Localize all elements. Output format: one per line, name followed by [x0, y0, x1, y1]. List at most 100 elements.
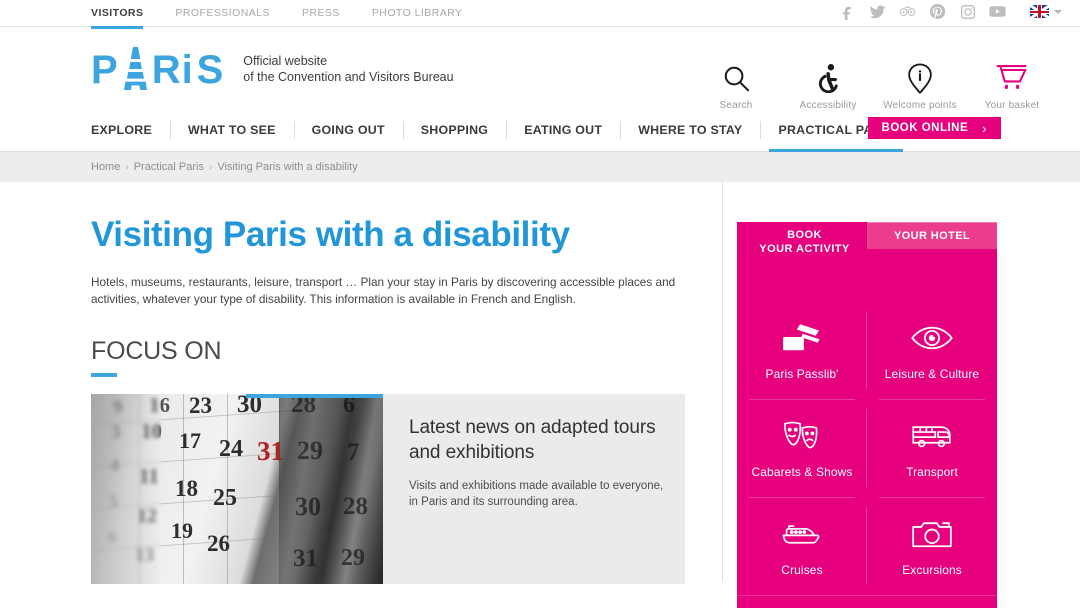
topnav-label: VISITORS: [91, 7, 144, 19]
page-root: VISITORS PROFESSIONALS PRESS PHOTO LIBRA…: [0, 0, 1080, 608]
news-card-image: 9 16 23 30 28 6 3 10 17 24 31 29 7 4: [91, 394, 383, 584]
search-icon: [722, 63, 751, 93]
header-utilities: Search Accessibility Welcome points Your…: [690, 63, 1058, 111]
logo-letter-i: i: [181, 48, 194, 92]
booking-tile-grid: Paris Passlib' Leisure & Culture Cabaret…: [737, 301, 997, 595]
wheelchair-icon: [815, 63, 842, 93]
shopping-cart-icon: [996, 63, 1028, 93]
chevron-down-icon: [1054, 9, 1062, 14]
nav-list: EXPLORE WHAT TO SEE GOING OUT SHOPPING E…: [91, 109, 912, 152]
tab-label-line1: BOOK: [787, 229, 822, 241]
bus-icon: [910, 417, 954, 455]
breadcrumb-item-current: Visiting Paris with a disability: [217, 161, 358, 173]
tile-label: Leisure & Culture: [884, 367, 980, 381]
eiffel-tower-a-icon: [120, 47, 151, 90]
topnav-item-professionals[interactable]: PROFESSIONALS: [175, 0, 270, 28]
news-card-title: Latest news on adapted tours and exhibit…: [409, 417, 656, 463]
topnav-label: PRESS: [301, 7, 340, 19]
utility-accessibility[interactable]: Accessibility: [782, 63, 874, 111]
site-tagline: Official website of the Convention and V…: [243, 53, 453, 85]
nav-item-what-to-see[interactable]: WHAT TO SEE: [169, 109, 294, 151]
uk-flag-icon: [1030, 5, 1049, 18]
book-online-label: BOOK ONLINE: [881, 122, 969, 134]
main-navigation: EXPLORE WHAT TO SEE GOING OUT SHOPPING E…: [0, 109, 1080, 152]
site-header: P R i S Official website of the Conventi…: [0, 27, 1080, 111]
nav-label: EXPLORE: [91, 123, 152, 137]
tagline-line-1: Official website: [243, 53, 328, 68]
boat-icon: [779, 515, 825, 553]
tripadvisor-icon[interactable]: [899, 3, 916, 20]
tile-label: Cruises: [781, 563, 823, 577]
tab-your-hotel[interactable]: YOUR HOTEL: [867, 222, 997, 249]
booking-panel-head: BOOK YOUR ACTIVITY: [737, 229, 997, 301]
tile-label: Cabarets & Shows: [751, 465, 853, 479]
nav-item-going-out[interactable]: GOING OUT: [293, 109, 403, 151]
instagram-icon[interactable]: [959, 3, 976, 20]
section-heading-label: FOCUS ON: [91, 337, 222, 365]
page-title: Visiting Paris with a disability: [91, 215, 570, 254]
tile-label: Excursions: [902, 563, 962, 577]
breadcrumb-item-practical-paris[interactable]: Practical Paris: [134, 161, 204, 173]
tagline-line-2: of the Convention and Visitors Bureau: [243, 69, 454, 84]
main-column: Visiting Paris with a disability Hotels,…: [91, 182, 723, 584]
topnav-label: PHOTO LIBRARY: [371, 7, 463, 19]
nav-item-shopping[interactable]: SHOPPING: [402, 109, 506, 151]
breadcrumb-separator: ›: [125, 161, 129, 173]
paris-logo: P R i S: [91, 47, 225, 92]
tile-label: Transport: [906, 465, 958, 479]
social-links: [839, 3, 1006, 20]
tile-transport[interactable]: Transport: [867, 399, 997, 497]
tab-label-line2: YOUR ACTIVITY: [759, 243, 850, 255]
topnav-label: PROFESSIONALS: [175, 7, 270, 19]
audience-nav: VISITORS PROFESSIONALS PRESS PHOTO LIBRA…: [91, 0, 494, 29]
utility-welcome-points[interactable]: Welcome points: [874, 63, 966, 111]
tile-label: Paris Passlib': [765, 367, 839, 381]
nav-label: WHAT TO SEE: [187, 123, 276, 137]
book-online-button[interactable]: BOOK ONLINE ›: [867, 117, 1001, 139]
chevron-right-icon: ›: [982, 120, 987, 136]
booking-panel: BOOK YOUR ACTIVITY Paris Passlib' Leisur…: [737, 229, 997, 608]
camera-icon: [911, 515, 953, 553]
see-more-offers-link[interactable]: See more offers ›: [737, 595, 997, 608]
tile-cabarets-shows[interactable]: Cabarets & Shows: [737, 399, 867, 497]
nav-label: EATING OUT: [524, 123, 603, 137]
breadcrumb-item-home[interactable]: Home: [91, 161, 120, 173]
facebook-icon[interactable]: [839, 3, 856, 20]
section-heading-focus-on: FOCUS ON: [91, 337, 723, 377]
nav-item-explore[interactable]: EXPLORE: [91, 109, 170, 151]
youtube-icon[interactable]: [989, 3, 1006, 20]
tile-cruises[interactable]: Cruises: [737, 497, 867, 595]
nav-label: SHOPPING: [420, 123, 489, 137]
intro-paragraph: Hotels, museums, restaurants, leisure, t…: [91, 275, 676, 306]
news-card[interactable]: 9 16 23 30 28 6 3 10 17 24 31 29 7 4: [91, 394, 685, 584]
theatre-masks-icon: [781, 417, 823, 455]
breadcrumb: Home › Practical Paris › Visiting Paris …: [0, 152, 1080, 182]
topnav-item-visitors[interactable]: VISITORS: [91, 0, 144, 29]
nav-label: WHERE TO STAY: [638, 123, 743, 137]
eye-icon: [910, 319, 954, 357]
tab-book-your-activity-label: BOOK YOUR ACTIVITY: [737, 223, 872, 256]
calendar-photo: 9 16 23 30 28 6 3 10 17 24 31 29 7 4: [91, 394, 383, 584]
utility-search[interactable]: Search: [690, 63, 782, 111]
news-card-body: Latest news on adapted tours and exhibit…: [383, 394, 695, 584]
tile-leisure-culture[interactable]: Leisure & Culture: [867, 301, 997, 399]
nav-label: GOING OUT: [311, 123, 385, 137]
utility-basket[interactable]: Your basket: [966, 63, 1058, 111]
breadcrumb-separator: ›: [208, 161, 213, 173]
top-utility-bar: VISITORS PROFESSIONALS PRESS PHOTO LIBRA…: [0, 0, 1080, 29]
tile-paris-passlib[interactable]: Paris Passlib': [737, 301, 867, 399]
card-accent-strip: [246, 394, 383, 398]
ticket-icon: [780, 319, 824, 357]
nav-item-eating-out[interactable]: EATING OUT: [506, 109, 620, 151]
news-card-description: Visits and exhibitions made available to…: [409, 480, 664, 508]
info-pin-icon: [907, 63, 933, 94]
topnav-item-press[interactable]: PRESS: [302, 0, 340, 28]
twitter-icon[interactable]: [869, 3, 886, 20]
topnav-item-photo-library[interactable]: PHOTO LIBRARY: [372, 0, 463, 28]
booking-sidebar: YOUR HOTEL BOOK YOUR ACTIVITY Paris Pass…: [737, 222, 997, 608]
tab-your-hotel-label: YOUR HOTEL: [893, 229, 971, 242]
pinterest-icon[interactable]: [929, 3, 946, 20]
language-selector[interactable]: [1030, 5, 1062, 18]
tile-excursions[interactable]: Excursions: [867, 497, 997, 595]
nav-item-where-to-stay[interactable]: WHERE TO STAY: [620, 109, 760, 151]
